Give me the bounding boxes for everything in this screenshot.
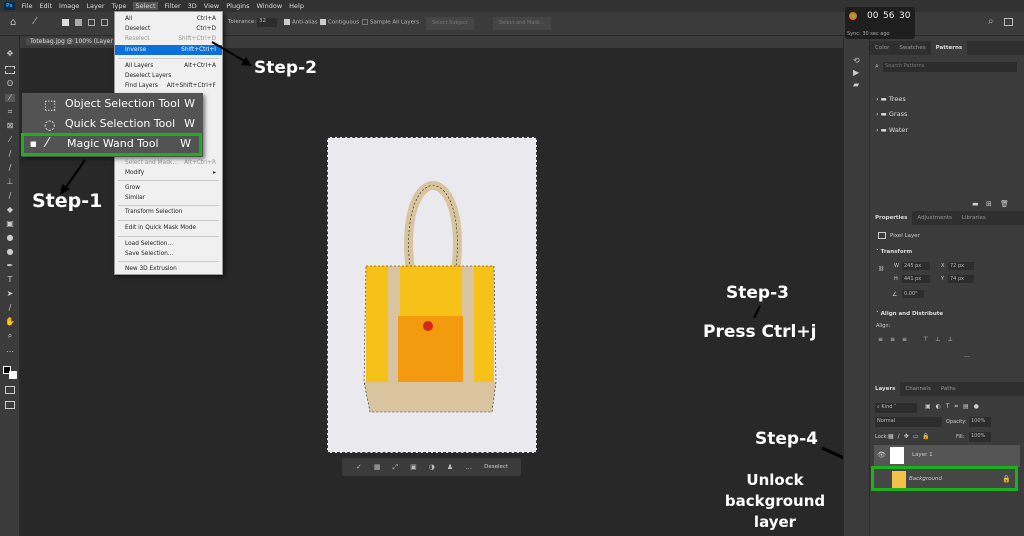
step3-instruction: Press Ctrl+j (703, 322, 817, 342)
timer-seconds: 30 (899, 11, 911, 21)
opacity-label: Opacity: (946, 419, 967, 425)
angle-icon: ∠ (892, 291, 898, 298)
sync-status: Sync: 30 sec ago (847, 31, 890, 37)
pixel-layer-icon (878, 232, 886, 239)
blend-mode-select[interactable]: Normal (875, 417, 942, 427)
tab-paths[interactable]: Paths (936, 382, 961, 396)
y-input[interactable]: 74 px (948, 275, 974, 283)
step3-label: Step-3 (726, 283, 789, 303)
timer-app-icon (849, 12, 857, 20)
step1-label: Step-1 (32, 190, 103, 212)
search-patterns-input[interactable]: Search Patterns (883, 62, 1017, 72)
layer-name[interactable]: Background (909, 476, 942, 482)
new-folder-icon[interactable]: ▬ (972, 200, 979, 208)
layers-panel-tabs: Layers Channels Paths (870, 382, 1024, 396)
search-icon: ⌕ (875, 62, 879, 70)
right-panels: Color Swatches Patterns ⌕ Search Pattern… (870, 36, 1024, 536)
timer-overlay: 00 56 30 Sync: 30 sec ago (845, 7, 915, 39)
step2-label: Step-2 (254, 58, 317, 78)
transform-section-title[interactable]: ˅ Transform (876, 249, 912, 255)
patterns-panel-tabs: Color Swatches Patterns (870, 41, 1024, 55)
timer-hours: 00 (867, 11, 879, 21)
align-label: Align: (876, 323, 891, 329)
actions-play-icon[interactable]: ▶ (853, 68, 859, 77)
step4-label: Step-4 (755, 429, 818, 449)
comments-icon[interactable]: ▰ (853, 80, 859, 89)
fill-input[interactable]: 100% (969, 432, 991, 442)
tab-color[interactable]: Color (870, 41, 894, 55)
layer-name[interactable]: Layer 1 (912, 452, 933, 458)
y-label: Y (941, 276, 945, 282)
trash-icon[interactable]: 🗑 (1000, 200, 1009, 208)
lock-icons[interactable]: ▦∕✥▭🔒 (888, 433, 934, 440)
properties-panel-tabs: Properties Adjustments Libraries (870, 211, 1024, 225)
angle-input[interactable]: 0.00° (902, 290, 924, 298)
width-input[interactable]: 245 px (902, 262, 930, 270)
lock-label: Lock: (875, 434, 889, 440)
tab-libraries[interactable]: Libraries (957, 211, 991, 225)
tab-properties[interactable]: Properties (870, 211, 913, 225)
new-pattern-icon[interactable]: ⊞ (986, 200, 992, 208)
panel-icon-column: ⟲ ▶ ▰ (843, 36, 870, 536)
layer-filter-kind[interactable]: ⌕ Kind ˅ (875, 403, 917, 413)
history-icon[interactable]: ⟲ (853, 56, 860, 65)
arrow-step2 (211, 41, 247, 63)
layer-type-label: Pixel Layer (890, 233, 920, 239)
align-buttons[interactable]: ≡≡≡ ⊤⊥⊥ (878, 336, 960, 343)
lock-icon[interactable]: 🔒 (1002, 475, 1011, 483)
layer-thumbnail (892, 471, 906, 488)
arrow-step3 (753, 305, 761, 319)
tab-channels[interactable]: Channels (900, 382, 935, 396)
arrow-step1 (63, 159, 86, 191)
layer-row-background[interactable]: Background 🔒 (871, 466, 1018, 491)
pattern-folder-grass[interactable]: › ▬ Grass (876, 110, 907, 118)
link-icon[interactable]: ⛓ (878, 266, 884, 272)
pattern-folder-water[interactable]: › ▬ Water (876, 126, 908, 134)
visibility-eye-icon[interactable]: 👁 (877, 451, 886, 459)
layer-thumbnail (890, 447, 904, 464)
timer-minutes: 56 (883, 11, 895, 21)
opacity-input[interactable]: 100% (969, 417, 991, 427)
fill-label: Fill: (956, 434, 965, 440)
width-label: W (894, 263, 899, 269)
arrow-step2-head (241, 57, 252, 66)
align-section-title[interactable]: ˅ Align and Distribute (876, 311, 943, 317)
height-label: H (894, 276, 898, 282)
x-label: X (941, 263, 945, 269)
x-input[interactable]: 72 px (948, 262, 974, 270)
pattern-folder-trees[interactable]: › ▬ Trees (876, 95, 906, 103)
tab-adjustments[interactable]: Adjustments (912, 211, 956, 225)
layer-row-layer1[interactable]: 👁 Layer 1 (874, 445, 1020, 467)
more-align-icon[interactable]: … (964, 352, 970, 359)
tab-patterns[interactable]: Patterns (930, 41, 968, 55)
height-input[interactable]: 441 px (902, 275, 930, 283)
tab-layers[interactable]: Layers (870, 382, 901, 396)
tab-swatches[interactable]: Swatches (894, 41, 930, 55)
layer-filter-icons[interactable]: ▣◐T⌗▤● (925, 403, 984, 411)
step4-instruction: Unlock background layer (724, 471, 826, 531)
